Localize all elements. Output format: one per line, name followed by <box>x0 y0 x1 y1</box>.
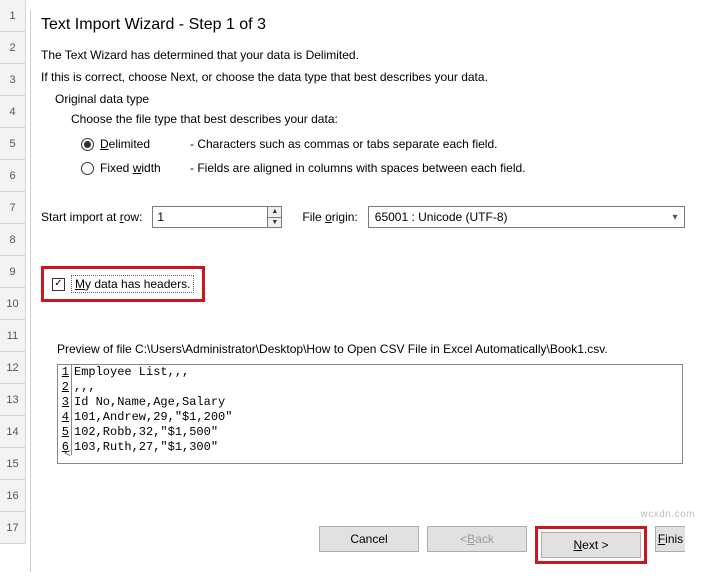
next-button-highlight: Next > <box>535 526 647 564</box>
row-header[interactable]: 17 <box>0 512 26 544</box>
start-import-label: Start import at row: <box>41 210 142 224</box>
my-data-has-headers-highlight: My data has headers. <box>41 266 205 302</box>
spinner-up-icon[interactable]: ▲ <box>268 207 281 218</box>
row-header[interactable]: 9 <box>0 256 26 288</box>
preview-line-text: 101,Andrew,29,"$1,200" <box>72 410 232 425</box>
radio-fixed-label: Fixed width <box>100 161 190 175</box>
radio-delimited[interactable] <box>81 138 94 151</box>
preview-box: 1Employee List,,, 2,,, 3Id No,Name,Age,S… <box>57 364 683 464</box>
scroll-left-icon[interactable]: < <box>64 447 71 461</box>
start-row-input[interactable] <box>153 207 267 227</box>
preview-line-text: 103,Ruth,27,"$1,300" <box>72 440 218 455</box>
preview-line-text: 102,Robb,32,"$1,500" <box>72 425 218 440</box>
radio-fixed-row[interactable]: Fixed width - Fields are aligned in colu… <box>81 158 685 178</box>
row-header[interactable]: 13 <box>0 384 26 416</box>
row-header[interactable]: 4 <box>0 96 26 128</box>
chevron-down-icon[interactable]: ▾ <box>666 212 684 223</box>
preview-line-number: 4 <box>58 410 72 425</box>
preview-line-text: Id No,Name,Age,Salary <box>72 395 225 410</box>
spinner-down-icon[interactable]: ▼ <box>268 218 281 228</box>
preview-line-number: 3 <box>58 395 72 410</box>
watermark: wcxdn.com <box>640 509 695 520</box>
original-data-type-label: Original data type <box>55 92 685 106</box>
dialog-title: Text Import Wizard - Step 1 of 3 <box>41 10 685 44</box>
start-row-spinner[interactable]: ▲ ▼ <box>152 206 282 228</box>
preview-file-label: Preview of file C:\Users\Administrator\D… <box>57 342 685 356</box>
row-header[interactable]: 12 <box>0 352 26 384</box>
radio-delimited-desc: - Characters such as commas or tabs sepa… <box>190 137 497 151</box>
radio-fixed-width[interactable] <box>81 162 94 175</box>
row-header[interactable]: 8 <box>0 224 26 256</box>
row-header[interactable]: 2 <box>0 32 26 64</box>
headers-checkbox-label[interactable]: My data has headers. <box>71 275 194 293</box>
preview-line-number: 2 <box>58 380 72 395</box>
finish-button[interactable]: Finis <box>655 526 685 552</box>
back-button: < Back <box>427 526 527 552</box>
row-header[interactable]: 6 <box>0 160 26 192</box>
row-header[interactable]: 11 <box>0 320 26 352</box>
preview-line-text: Employee List,,, <box>72 365 189 380</box>
row-header[interactable]: 10 <box>0 288 26 320</box>
radio-delimited-row[interactable]: Delimited - Characters such as commas or… <box>81 134 685 154</box>
radio-fixed-desc: - Fields are aligned in columns with spa… <box>190 161 526 175</box>
file-origin-combo[interactable]: 65001 : Unicode (UTF-8) ▾ <box>368 206 685 228</box>
intro-text-2: If this is correct, choose Next, or choo… <box>41 70 685 84</box>
row-header[interactable]: 1 <box>0 0 26 32</box>
intro-text-1: The Text Wizard has determined that your… <box>41 48 685 62</box>
radio-delimited-label: Delimited <box>100 137 190 151</box>
row-header[interactable]: 5 <box>0 128 26 160</box>
row-header[interactable]: 16 <box>0 480 26 512</box>
next-button[interactable]: Next > <box>541 532 641 558</box>
file-origin-label: File origin: <box>302 210 357 224</box>
row-header[interactable]: 14 <box>0 416 26 448</box>
text-import-wizard-dialog: Text Import Wizard - Step 1 of 3 The Tex… <box>30 10 701 572</box>
cancel-button[interactable]: Cancel <box>319 526 419 552</box>
headers-checkbox[interactable] <box>52 278 65 291</box>
row-header[interactable]: 3 <box>0 64 26 96</box>
spreadsheet-row-headers: 1 2 3 4 5 6 7 8 9 10 11 12 13 14 15 16 1… <box>0 0 26 544</box>
preview-line-number: 1 <box>58 365 72 380</box>
row-header[interactable]: 7 <box>0 192 26 224</box>
dialog-button-row: Cancel < Back Next > Finis <box>319 526 685 564</box>
preview-line-number: 5 <box>58 425 72 440</box>
file-origin-value: 65001 : Unicode (UTF-8) <box>375 210 508 224</box>
row-header[interactable]: 15 <box>0 448 26 480</box>
choose-file-type-label: Choose the file type that best describes… <box>71 112 685 126</box>
preview-line-text: ,,, <box>72 380 96 395</box>
